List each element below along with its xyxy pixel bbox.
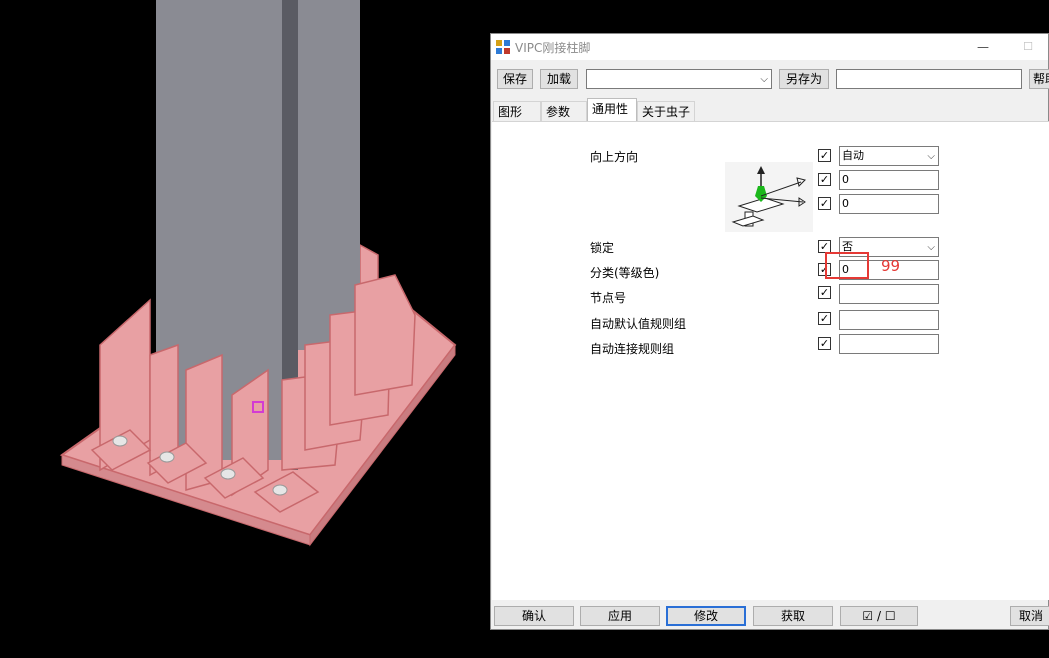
load-button[interactable]: 加载	[540, 69, 578, 89]
get-button[interactable]: 获取	[753, 606, 833, 626]
node-number-field[interactable]	[839, 284, 939, 304]
auto-defaults-checkbox[interactable]: ✓	[818, 312, 831, 325]
help-button[interactable]: 帮助	[1029, 69, 1049, 89]
up-direction-checkbox[interactable]: ✓	[818, 149, 831, 162]
save-as-name-field[interactable]	[836, 69, 1022, 89]
annotation-text: 99	[881, 257, 901, 275]
annotation-highlight-box	[825, 252, 869, 279]
tab-parameters[interactable]: 参数	[541, 101, 587, 121]
save-button[interactable]: 保存	[497, 69, 533, 89]
auto-connection-checkbox[interactable]: ✓	[818, 337, 831, 350]
auto-connection-field[interactable]	[839, 334, 939, 354]
model-viewport[interactable]	[0, 0, 490, 655]
checked-box-icon: ☑	[862, 609, 874, 623]
modify-button[interactable]: 修改	[666, 606, 746, 626]
ok-button[interactable]: 确认	[494, 606, 574, 626]
chevron-down-icon: ⌵	[927, 242, 935, 253]
rotation-1-checkbox[interactable]: ✓	[818, 173, 831, 186]
title-bar[interactable]: VIPC刚接柱脚 — ☐	[491, 34, 1048, 60]
column-base-model	[59, 0, 457, 547]
auto-connection-label: 自动连接规则组	[590, 342, 675, 356]
stiffener	[354, 274, 416, 396]
unchecked-box-icon: ☐	[884, 609, 896, 623]
tab-general[interactable]: 通用性	[587, 98, 637, 121]
up-direction-combobox[interactable]: 自动 ⌵	[839, 146, 939, 166]
auto-defaults-label: 自动默认值规则组	[590, 317, 687, 331]
up-direction-value: 自动	[842, 149, 864, 162]
save-as-button[interactable]: 另存为	[779, 69, 829, 89]
chevron-down-icon: ⌵	[760, 74, 768, 85]
column-flange-right	[298, 0, 360, 350]
apply-button[interactable]: 应用	[580, 606, 660, 626]
class-label: 分类(等级色)	[590, 266, 660, 280]
minimize-button[interactable]: —	[973, 37, 993, 57]
node-number-checkbox[interactable]: ✓	[818, 286, 831, 299]
cancel-button[interactable]: 取消	[1010, 606, 1049, 626]
rotation-2-field[interactable]: 0	[839, 194, 939, 214]
up-direction-label: 向上方向	[590, 150, 639, 164]
auto-defaults-field[interactable]	[839, 310, 939, 330]
vipc-dialog: VIPC刚接柱脚 — ☐ 保存 加载 ⌵ 另存为 帮助 图形 参数 通用性 关于…	[490, 33, 1049, 630]
toggle-separator: /	[876, 609, 882, 623]
up-direction-diagram-icon	[725, 162, 813, 232]
rotation-1-field[interactable]: 0	[839, 170, 939, 190]
toggle-all-button[interactable]: ☑ / ☐	[840, 606, 918, 626]
maximize-button[interactable]: ☐	[1018, 37, 1038, 57]
tab-about-bug[interactable]: 关于虫子	[637, 101, 695, 121]
general-tab-panel: 向上方向 ✓ 自动 ⌵ ✓ 0 ✓ 0 锁定 ✓ 否 ⌵ 分类(等级色) ✓ 0…	[492, 121, 1049, 600]
chevron-down-icon: ⌵	[927, 151, 935, 162]
node-number-label: 节点号	[590, 291, 627, 305]
dialog-title: VIPC刚接柱脚	[515, 41, 591, 55]
tab-graphics[interactable]: 图形	[493, 101, 541, 121]
rotation-2-checkbox[interactable]: ✓	[818, 197, 831, 210]
app-icon	[496, 40, 510, 54]
lock-label: 锁定	[590, 241, 615, 255]
preset-combobox[interactable]: ⌵	[586, 69, 772, 89]
